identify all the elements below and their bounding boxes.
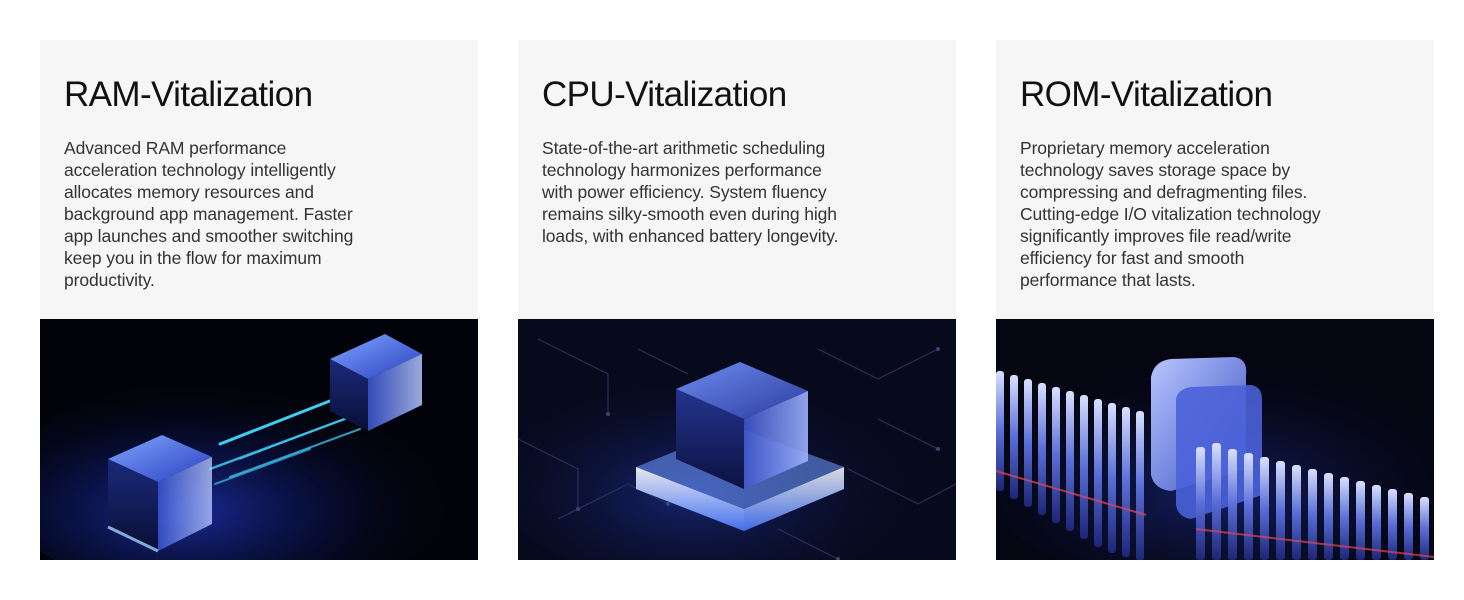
card-text-panel: CPU-Vitalization State-of-the-art arithm… [518, 40, 956, 319]
ram-illustration [40, 319, 478, 560]
card-title: RAM-Vitalization [64, 75, 313, 114]
feature-card-rom: ROM-Vitalization Proprietary memory acce… [996, 40, 1434, 560]
cpu-chip-image [518, 319, 956, 560]
card-description: State-of-the-art arithmetic scheduling t… [542, 138, 839, 246]
rom-illustration [996, 319, 1434, 560]
feature-cards: RAM-Vitalization Advanced RAM performanc… [40, 40, 1434, 560]
cpu-illustration [518, 319, 956, 560]
ram-data-transfer-image [40, 319, 478, 560]
card-title: ROM-Vitalization [1020, 75, 1273, 114]
card-text-panel: RAM-Vitalization Advanced RAM performanc… [40, 40, 478, 319]
card-description: Proprietary memory acceleration technolo… [1020, 138, 1321, 290]
rom-storage-image [996, 319, 1434, 560]
feature-card-ram: RAM-Vitalization Advanced RAM performanc… [40, 40, 478, 560]
card-text-panel: ROM-Vitalization Proprietary memory acce… [996, 40, 1434, 319]
feature-card-cpu: CPU-Vitalization State-of-the-art arithm… [518, 40, 956, 560]
card-description: Advanced RAM performance acceleration te… [64, 138, 354, 290]
card-title: CPU-Vitalization [542, 75, 787, 114]
